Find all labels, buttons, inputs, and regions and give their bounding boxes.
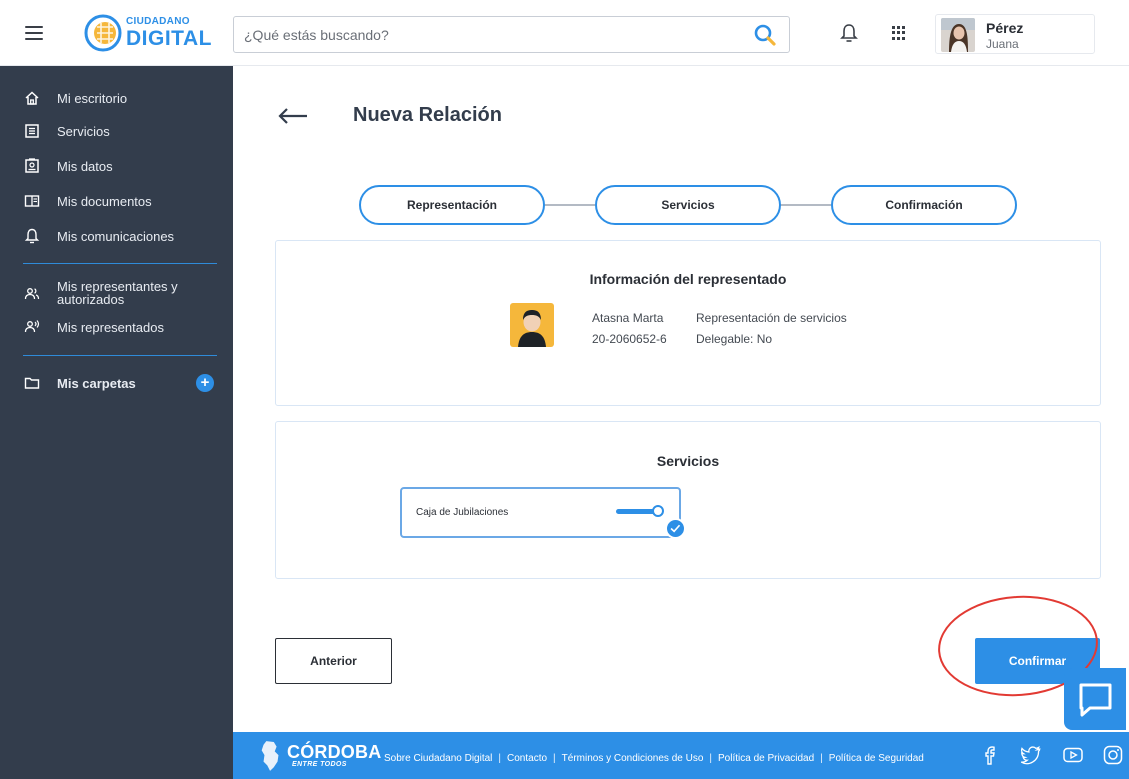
card-title: Servicios — [656, 453, 720, 469]
user-name: Pérez — [986, 20, 1024, 36]
sidebar-item-mis-representados[interactable]: Mis representados — [0, 312, 233, 342]
check-icon — [665, 518, 686, 539]
sidebar-item-mis-documentos[interactable]: Mis documentos — [0, 186, 233, 216]
represented-name: Atasna Marta — [592, 311, 664, 325]
sidebar-item-label: autorizados — [57, 292, 125, 307]
cordoba-logo[interactable]: CÓRDOBA ENTRE TODOS — [257, 738, 387, 774]
logo-big-text: DIGITAL — [126, 27, 212, 50]
search-input[interactable] — [244, 25, 744, 45]
stepper-connector — [545, 204, 595, 206]
menu-icon[interactable] — [25, 26, 43, 40]
footer-link-terminos[interactable]: Términos y Condiciones de Uso — [562, 753, 704, 764]
sidebar-item-mis-comunicaciones[interactable]: Mis comunicaciones — [0, 221, 233, 251]
notifications-bell-icon[interactable] — [840, 23, 858, 43]
top-bar: CIUDADANO DIGITAL Pérez Juana — [0, 0, 1129, 66]
step-representacion[interactable]: Representación — [359, 185, 545, 225]
chat-button[interactable] — [1064, 668, 1126, 730]
representatives-icon — [24, 288, 40, 300]
step-servicios[interactable]: Servicios — [595, 185, 781, 225]
stepper-connector — [779, 204, 831, 206]
sidebar-item-label: Mis documentos — [57, 193, 152, 209]
services-icon — [25, 124, 39, 138]
user-profile[interactable]: Pérez Juana — [935, 14, 1095, 54]
folder-icon — [24, 377, 40, 389]
user-first-name: Juana — [986, 37, 1019, 51]
relation-type: Representación de servicios — [696, 311, 847, 325]
apps-grid-icon[interactable] — [892, 26, 906, 40]
sidebar-item-mi-escritorio[interactable]: Mi escritorio — [0, 83, 233, 113]
sidebar-item-mis-representantes[interactable]: Mis representantes y autorizados — [0, 277, 233, 311]
id-card-icon — [25, 158, 39, 173]
sidebar-divider — [23, 263, 217, 264]
footer: CÓRDOBA ENTRE TODOS Sobre Ciudadano Digi… — [233, 732, 1129, 779]
service-toggle-knob[interactable] — [652, 505, 664, 517]
documents-icon — [24, 195, 40, 207]
home-icon — [25, 91, 39, 105]
sidebar-item-label: Mis datos — [57, 158, 113, 174]
represented-avatar — [510, 303, 554, 347]
service-toggle-track[interactable] — [616, 509, 656, 514]
previous-button[interactable]: Anterior — [275, 638, 392, 684]
logo-icon — [84, 14, 122, 52]
sidebar: Mi escritorio Servicios Mis datos Mis do… — [0, 66, 233, 779]
search-icon[interactable] — [753, 23, 777, 47]
footer-link-sobre[interactable]: Sobre Ciudadano Digital — [384, 753, 492, 764]
footer-link-seguridad[interactable]: Política de Seguridad — [829, 753, 924, 764]
page-title: Nueva Relación — [353, 104, 502, 126]
represented-id: 20-2060652-6 — [592, 332, 667, 346]
service-item[interactable]: Caja de Jubilaciones — [400, 487, 686, 539]
delegable-status: Delegable: No — [696, 332, 773, 346]
services-card: Servicios Caja de Jubilaciones — [275, 421, 1101, 579]
bell-icon — [24, 228, 40, 244]
sidebar-item-mis-datos[interactable]: Mis datos — [0, 151, 233, 181]
logo[interactable]: CIUDADANO DIGITAL — [84, 14, 212, 52]
back-arrow-icon[interactable] — [277, 104, 309, 128]
footer-links: Sobre Ciudadano Digital | Contacto | Térmi… — [384, 753, 924, 764]
footer-link-privacidad[interactable]: Política de Privacidad — [718, 753, 814, 764]
avatar — [941, 18, 975, 52]
sidebar-item-servicios[interactable]: Servicios — [0, 116, 233, 146]
sidebar-divider — [23, 355, 217, 356]
sidebar-item-label: Servicios — [57, 123, 110, 139]
cordoba-brand: CÓRDOBA — [287, 742, 382, 762]
sidebar-item-label: Mis comunicaciones — [57, 228, 175, 244]
chat-icon — [1079, 683, 1112, 717]
represented-info-card: Información del representado Atasna Mart… — [275, 240, 1101, 406]
add-folder-button[interactable]: + — [196, 374, 214, 392]
instagram-icon[interactable] — [1102, 744, 1124, 766]
facebook-icon[interactable] — [979, 744, 1001, 766]
sidebar-item-label: Mi escritorio — [57, 90, 128, 106]
footer-link-contacto[interactable]: Contacto — [507, 753, 547, 764]
youtube-icon[interactable] — [1062, 744, 1084, 766]
represented-icon — [24, 320, 40, 333]
twitter-icon[interactable] — [1020, 744, 1042, 766]
cordoba-map-icon — [261, 741, 279, 771]
sidebar-item-label: Mis carpetas — [57, 375, 136, 391]
step-confirmacion[interactable]: Confirmación — [831, 185, 1017, 225]
cordoba-brand-sub: ENTRE TODOS — [292, 761, 347, 768]
service-label: Caja de Jubilaciones — [416, 507, 509, 518]
sidebar-item-label: Mis representados — [57, 319, 164, 335]
search-box — [233, 16, 790, 53]
logo-small-text: CIUDADANO — [126, 16, 190, 27]
card-title: Información del representado — [589, 271, 787, 287]
